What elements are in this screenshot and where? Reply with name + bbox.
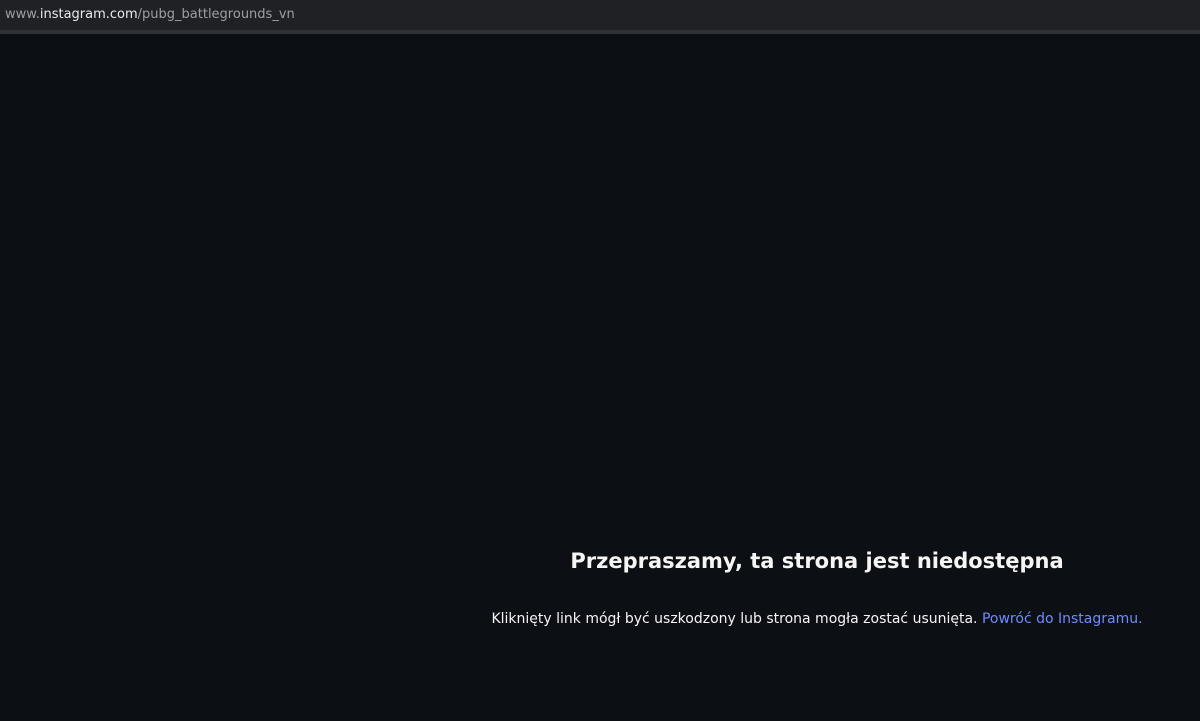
error-message: Kliknięty link mógł być uszkodzony lub s… (491, 611, 978, 627)
url-path: /pubg_battlegrounds_vn (137, 7, 295, 22)
url-domain: instagram.com (39, 7, 138, 22)
error-title: Przepraszamy, ta strona jest niedostępna (570, 549, 1064, 573)
back-to-instagram-link[interactable]: Powróć do Instagramu. (982, 611, 1143, 627)
address-bar[interactable]: www. instagram.com/pubg_battlegrounds_vn (0, 0, 1200, 30)
error-message-line: Kliknięty link mógł być uszkodzony lub s… (434, 611, 1200, 627)
error-page: Przepraszamy, ta strona jest niedostępna… (0, 34, 1200, 721)
url-prefix: www. (5, 7, 40, 22)
